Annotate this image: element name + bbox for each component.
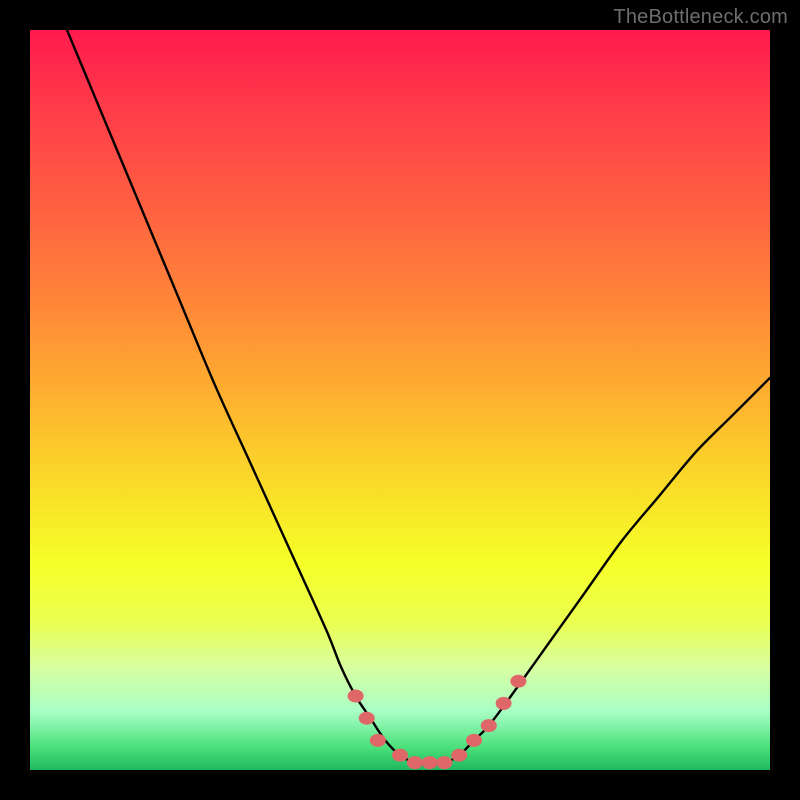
marker-point: [510, 675, 526, 688]
marker-point: [496, 697, 512, 710]
marker-point: [407, 756, 423, 769]
marker-point: [348, 690, 364, 703]
bottleneck-curve: [67, 30, 770, 763]
highlight-markers: [348, 675, 527, 769]
marker-point: [359, 712, 375, 725]
marker-point: [422, 756, 438, 769]
marker-point: [451, 749, 467, 762]
marker-point: [481, 719, 497, 732]
chart-svg: [30, 30, 770, 770]
chart-plot-area: [30, 30, 770, 770]
marker-point: [436, 756, 452, 769]
marker-point: [370, 734, 386, 747]
marker-point: [466, 734, 482, 747]
marker-point: [392, 749, 408, 762]
watermark-text: TheBottleneck.com: [613, 6, 788, 29]
chart-frame: TheBottleneck.com: [0, 0, 800, 800]
